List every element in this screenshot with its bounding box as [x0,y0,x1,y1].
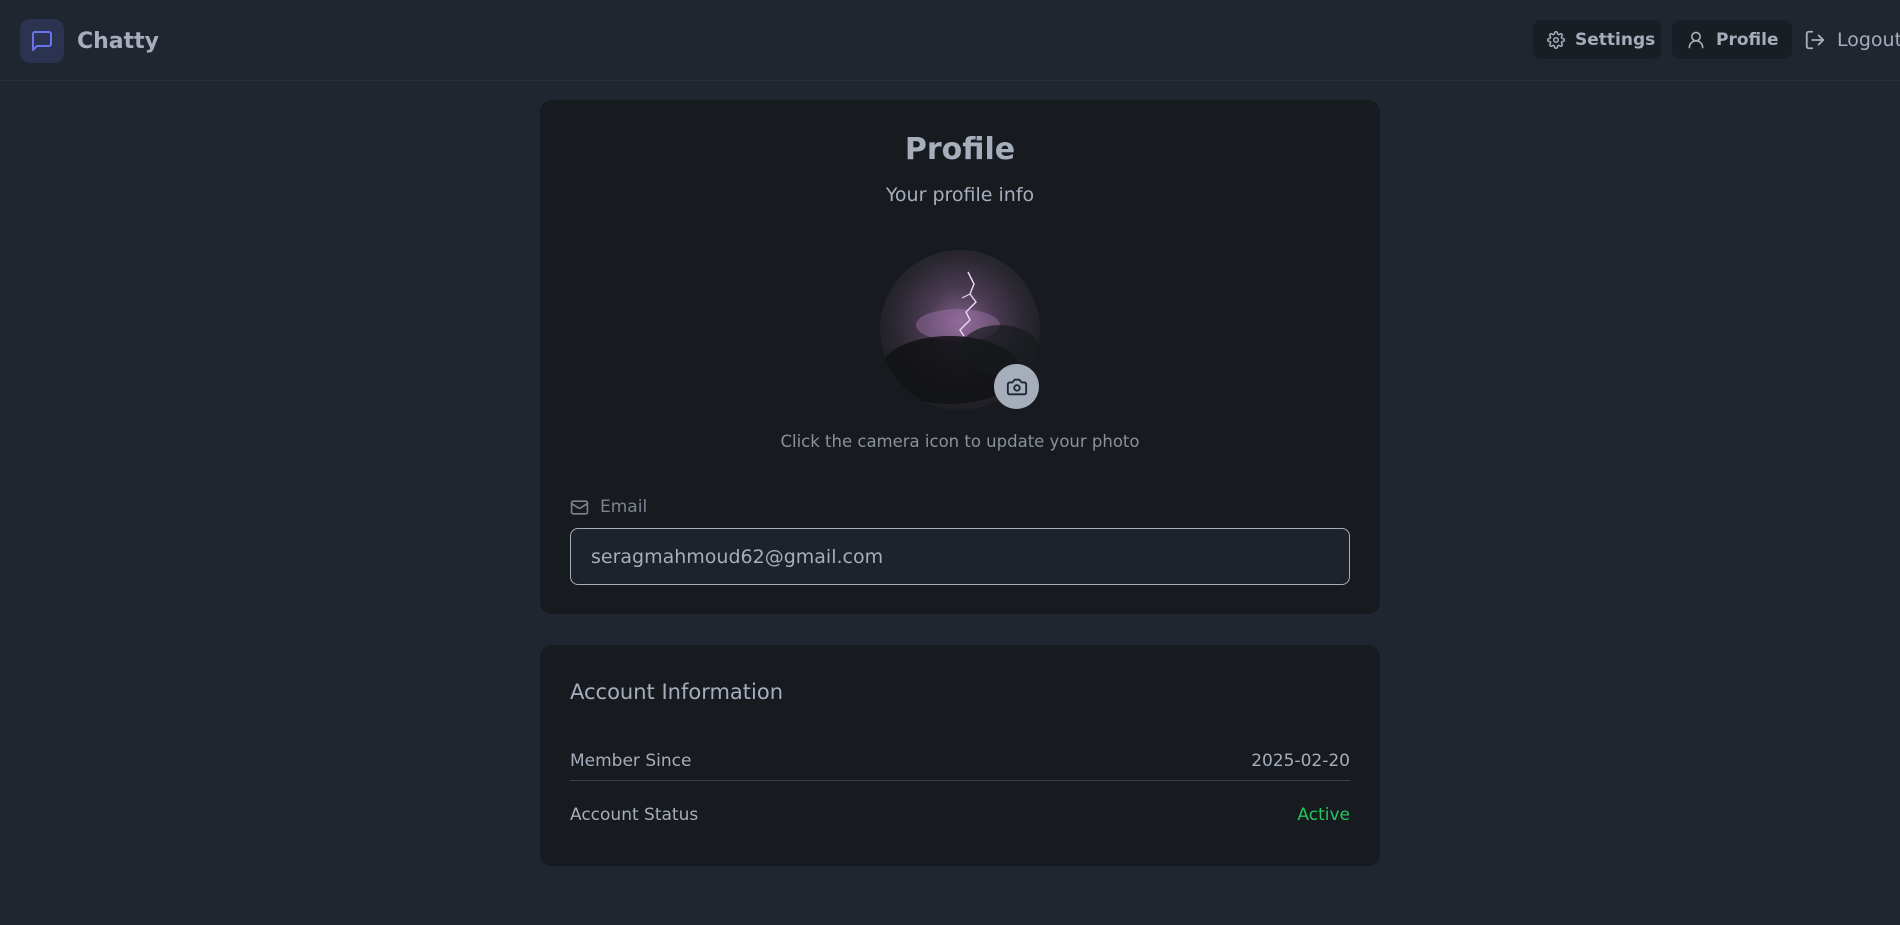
account-status-label: Account Status [570,805,699,825]
email-label-text: Email [600,497,648,517]
top-nav: Settings Profile Logout [1533,20,1900,59]
account-status-row: Account Status Active [570,795,1350,835]
member-since-label: Member Since [570,750,692,771]
settings-button[interactable]: Settings [1533,20,1661,59]
camera-icon [1006,376,1028,398]
profile-card: Profile Your profile info Click the came… [540,100,1380,614]
app-header: Chatty Settings Profile Logout [0,0,1900,81]
camera-upload-button[interactable] [994,364,1039,409]
message-square-icon [20,19,64,63]
logout-label: Logout [1837,28,1900,51]
settings-label: Settings [1575,29,1656,50]
account-info-title: Account Information [570,680,784,704]
brand-link[interactable]: Chatty [20,19,159,63]
logout-icon [1804,29,1826,51]
gear-icon [1547,30,1565,49]
profile-button[interactable]: Profile [1672,20,1792,59]
avatar-container [880,250,1040,410]
email-field[interactable]: seragmahmoud62@gmail.com [570,528,1350,585]
profile-label: Profile [1716,29,1779,50]
account-info-card: Account Information Member Since 2025-02… [540,645,1380,866]
status-badge: Active [1297,805,1350,825]
user-icon [1686,30,1706,50]
page-title: Profile [904,132,1016,167]
logout-button[interactable]: Logout [1804,29,1900,51]
page-subtitle: Your profile info [885,184,1035,206]
mail-icon [570,498,589,517]
app-name: Chatty [77,28,160,54]
photo-hint: Click the camera icon to update your pho… [780,432,1140,451]
email-label: Email [570,497,647,517]
member-since-value: 2025-02-20 [1251,750,1350,771]
member-since-row: Member Since 2025-02-20 [570,741,1350,781]
